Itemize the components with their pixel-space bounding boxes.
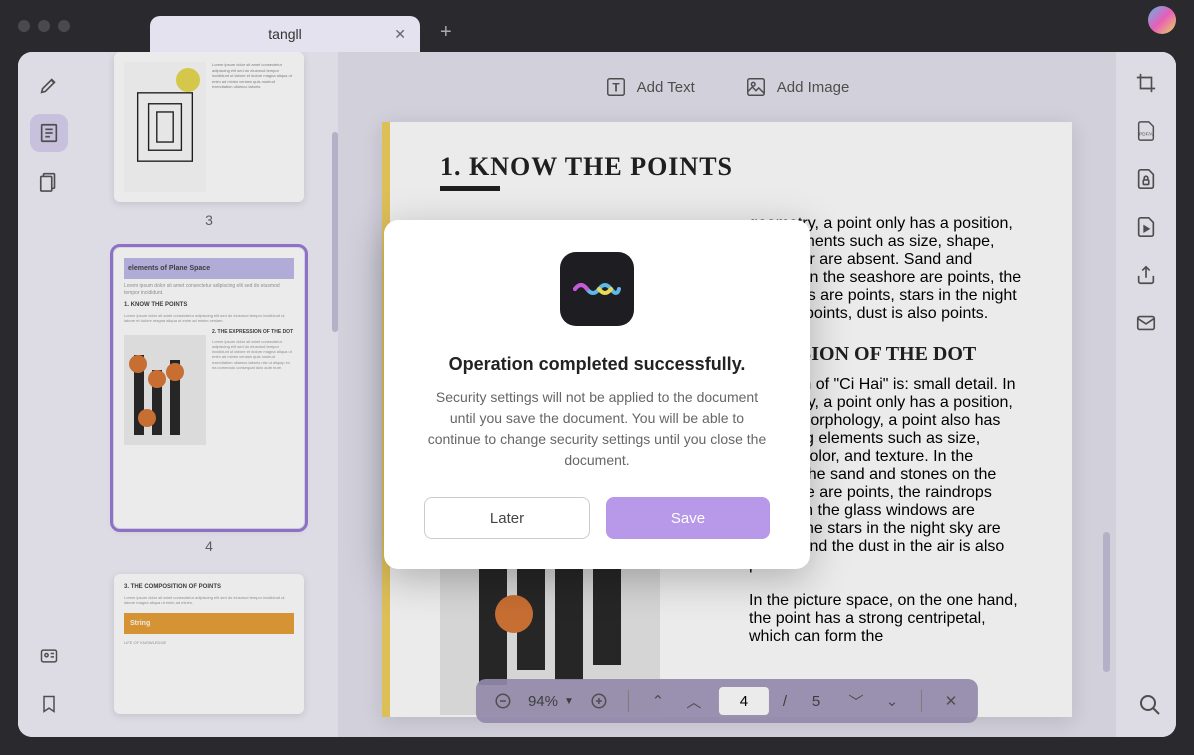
operation-complete-dialog: Operation completed successfully. Securi…: [384, 220, 810, 569]
modal-backdrop: Operation completed successfully. Securi…: [18, 52, 1176, 737]
app-icon: [560, 252, 634, 326]
window-controls[interactable]: [18, 20, 70, 32]
close-window-btn[interactable]: [18, 20, 30, 32]
document-tab[interactable]: tangll ✕: [150, 16, 420, 52]
dialog-message: Security settings will not be applied to…: [424, 387, 770, 471]
close-tab-icon[interactable]: ✕: [394, 26, 406, 43]
new-tab-button[interactable]: +: [440, 21, 452, 44]
minimize-window-btn[interactable]: [38, 20, 50, 32]
save-button[interactable]: Save: [606, 497, 770, 539]
maximize-window-btn[interactable]: [58, 20, 70, 32]
later-button[interactable]: Later: [424, 497, 590, 539]
user-avatar[interactable]: [1148, 6, 1176, 34]
dialog-title: Operation completed successfully.: [424, 354, 770, 375]
tab-title: tangll: [268, 26, 301, 42]
